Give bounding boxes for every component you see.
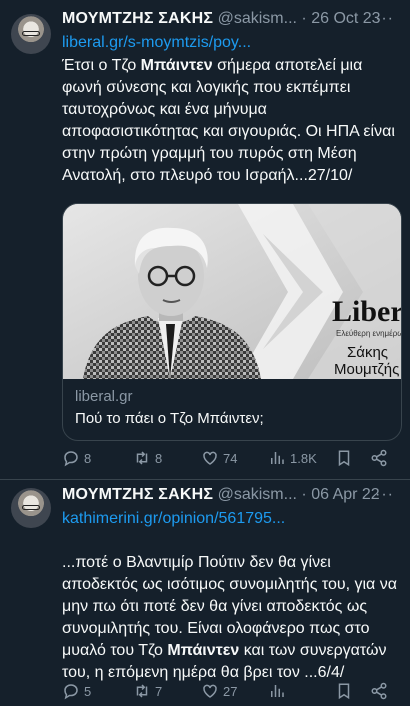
avatar[interactable] [11,488,51,528]
like-count: 27 [223,683,238,699]
separator-dot: · [301,10,307,27]
retweet-icon [136,684,148,698]
bookmark-button[interactable] [335,449,353,467]
card-image-art: Liberal Ελεύθερη ενημέρωση Σάκης Μουμτζή… [63,204,402,379]
tweet-date[interactable]: 26 Oct 23 [311,10,380,27]
author-handle[interactable]: @sakism... [218,10,297,27]
bold-word: Μπάιντεν [140,57,213,74]
heart-icon [203,451,217,465]
share-icon [371,449,387,467]
reply-count: 5 [84,683,92,699]
tweet-1[interactable]: ΜΟΥΜΤΖΗΣ ΣΑΚΗΣ @sakism... · 26 Oct 23 ··… [0,0,410,480]
link-card[interactable]: Liberal Ελεύθερη ενημέρωση Σάκης Μουμτζή… [62,203,402,441]
avatar[interactable] [11,14,51,54]
like-count: 74 [223,450,238,466]
author-name[interactable]: ΜΟΥΜΤΖΗΣ ΣΑΚΗΣ [62,486,213,503]
card-image: Liberal Ελεύθερη ενημέρωση Σάκης Μουμτζή… [63,204,402,379]
bookmark-icon [338,450,350,467]
author-name[interactable]: ΜΟΥΜΤΖΗΣ ΣΑΚΗΣ [62,10,213,27]
reply-icon [64,451,78,467]
bookmark-icon [338,683,350,700]
bold-word: Μπάιντεν [167,642,240,659]
svg-text:Ελεύθερη ενημέρωση: Ελεύθερη ενημέρωση [336,329,402,338]
more-options-icon[interactable]: ··· [375,10,394,28]
tweet-date[interactable]: 06 Apr 22 [311,486,380,503]
tweet-text: Έτσι ο Τζο Μπάιντεν σήμερα αποτελεί μια … [62,57,395,184]
card-author-first: Σάκης [347,344,388,361]
reply-count: 8 [84,450,92,466]
tweet-link[interactable]: liberal.gr/s-moymtzis/poy... [62,34,251,52]
liberal-logo: Liberal [332,295,402,328]
card-domain: liberal.gr [75,388,133,405]
reply-button[interactable]: 8 [62,449,91,467]
tweet-link[interactable]: kathimerini.gr/opinion/561795... [62,510,285,528]
share-button[interactable] [370,682,388,700]
share-button[interactable] [370,449,388,467]
tweet-actions: 5 7 27 [62,682,402,706]
retweet-button[interactable]: 7 [133,682,162,700]
tweet-header: ΜΟΥΜΤΖΗΣ ΣΑΚΗΣ @sakism... · 26 Oct 23 ··… [62,10,402,32]
tweet-2[interactable]: ΜΟΥΜΤΖΗΣ ΣΑΚΗΣ @sakism... · 06 Apr 22 ··… [0,480,410,700]
retweet-icon [136,451,148,465]
reply-icon [64,684,78,700]
share-icon [371,682,387,700]
tweet-text: ...ποτέ ο Βλαντιμίρ Πούτιν δεν θα γίνει … [62,554,397,681]
retweet-count: 8 [155,450,163,466]
views-button[interactable]: 1.8K [268,449,317,467]
views-icon [271,685,284,697]
retweet-button[interactable]: 8 [133,449,162,467]
author-handle[interactable]: @sakism... [218,486,297,503]
like-button[interactable]: 74 [201,449,237,467]
separator-dot: · [301,486,307,503]
more-options-icon[interactable]: ··· [375,486,394,504]
heart-icon [203,684,217,698]
views-icon [271,452,284,464]
tweet-header: ΜΟΥΜΤΖΗΣ ΣΑΚΗΣ @sakism... · 06 Apr 22 ··… [62,486,402,508]
views-count: 1.8K [290,450,317,466]
views-button[interactable] [268,682,290,700]
card-author-last: Μουμτζής [334,361,399,378]
card-title: Πού το πάει ο Τζο Μπάιντεν; [75,410,264,427]
bookmark-button[interactable] [335,682,353,700]
retweet-count: 7 [155,683,163,699]
tweet-actions: 8 8 74 1.8K [62,449,402,473]
like-button[interactable]: 27 [201,682,237,700]
reply-button[interactable]: 5 [62,682,91,700]
